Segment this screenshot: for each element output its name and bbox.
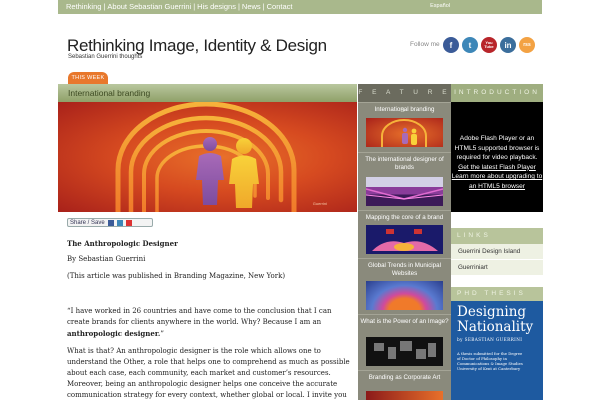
feature-item-international-designer[interactable]: The international designer of brands xyxy=(358,152,451,210)
feature-label: Global Trends in Municipal Websites xyxy=(368,262,441,277)
quote-close: ” xyxy=(160,330,164,338)
feature-thumbnail xyxy=(366,281,443,310)
feature-item-branding-corporate-art[interactable]: Branding as Corporate Art xyxy=(358,370,451,400)
book-description: A thesis submitted for the Degree of Doc… xyxy=(457,351,537,371)
share-twitter-icon xyxy=(116,219,123,226)
share-email-icon xyxy=(125,219,132,226)
top-nav: Rethinking | About Sebastian Guerrini | His … xyxy=(66,2,293,11)
book-desc-line: University of Kent at Canterbury xyxy=(457,366,521,371)
feature-label: Mapping the core of a brand xyxy=(365,214,444,221)
phd-thesis-book-cover[interactable]: Designing Nationality by SEBASTIAN GUERR… xyxy=(451,301,543,400)
feature-thumbnail xyxy=(366,337,443,366)
learn-more-html5-link[interactable]: Learn more about upgrading to an HTML5 b… xyxy=(451,172,543,191)
link-guerrini-design-island[interactable]: Guerrini Design Island xyxy=(451,244,543,260)
nav-link-contact[interactable]: Contact xyxy=(267,2,293,11)
nav-link-his-designs[interactable]: His designs xyxy=(197,2,236,11)
article-title: The Anthropologic Designer xyxy=(67,239,178,248)
feature-item-power-of-image[interactable]: What is the Power of an Image? xyxy=(358,314,451,370)
featured-heading[interactable]: International branding xyxy=(68,88,150,98)
feature-label: The international designer of brands xyxy=(365,156,444,171)
feature-thumbnail xyxy=(366,118,443,147)
quote-emphasis: anthropologic designer. xyxy=(67,329,161,338)
article-publication-note: (This article was published in Branding … xyxy=(67,272,286,280)
language-switch-link[interactable]: Español xyxy=(430,3,450,9)
tab-this-week[interactable]: THIS WEEK xyxy=(68,72,108,84)
video-fallback-text: Adobe Flash Player or an HTML5 supported… xyxy=(454,135,540,161)
link-guerriniart[interactable]: Guerriniart xyxy=(451,260,543,276)
linkedin-icon[interactable]: in xyxy=(500,37,516,53)
phd-thesis-heading: PHD THESIS xyxy=(451,287,543,301)
twitter-icon[interactable]: t xyxy=(462,37,478,53)
featured-hero-image[interactable]: Guerrini xyxy=(58,102,357,212)
feature-label: Branding as Corporate Art xyxy=(368,374,441,381)
article-paragraph: What is that? An anthropologic designer … xyxy=(67,347,350,399)
feature-label: International branding xyxy=(374,106,435,113)
quote-text: “I have worked in 26 countries and have … xyxy=(67,307,332,326)
follow-me-label: Follow me xyxy=(410,41,440,48)
feature-item-international-branding[interactable]: International branding xyxy=(358,102,451,152)
site-subtitle: Sebastian Guerrini thoughts xyxy=(68,54,143,60)
book-title-line-2: Nationality xyxy=(457,319,534,335)
youtube-icon[interactable]: You Tube xyxy=(481,37,497,53)
book-title-line-1: Designing xyxy=(457,304,527,320)
feature-thumbnail xyxy=(366,391,443,400)
links-heading: LINKS xyxy=(451,228,543,244)
nav-link-news[interactable]: News xyxy=(242,2,261,11)
share-save-button[interactable]: Share / Save xyxy=(67,218,153,227)
feature-item-mapping-core[interactable]: Mapping the core of a brand xyxy=(358,210,451,258)
hero-illustration xyxy=(115,102,297,212)
feature-thumbnail xyxy=(366,177,443,206)
feature-thumbnail xyxy=(366,225,443,254)
get-flash-player-link[interactable]: Get the latest Flash Player xyxy=(451,163,543,173)
top-navigation-bar: Rethinking | About Sebastian Guerrini | His … xyxy=(58,0,542,14)
introduction-heading: INTRODUCTION xyxy=(451,84,543,102)
features-sidebar: F E A T U R E S International branding T… xyxy=(358,84,451,400)
share-label: Share / Save xyxy=(70,219,105,226)
features-heading: F E A T U R E S xyxy=(358,84,451,114)
featured-heading-bar: International branding xyxy=(58,84,357,102)
rss-icon[interactable]: rss xyxy=(519,37,535,53)
feature-item-global-trends[interactable]: Global Trends in Municipal Websites xyxy=(358,258,451,314)
article-byline: By Sebastian Guerrini xyxy=(67,255,146,263)
book-author: by SEBASTIAN GUERRINI xyxy=(457,337,523,342)
nav-link-about[interactable]: About Sebastian Guerrini xyxy=(107,2,191,11)
nav-link-rethinking[interactable]: Rethinking xyxy=(66,2,101,11)
feature-label: What is the Power of an Image? xyxy=(360,318,449,325)
share-facebook-icon xyxy=(107,219,114,226)
site-title[interactable]: Rethinking Image, Identity & Design xyxy=(67,36,327,56)
video-player[interactable]: Adobe Flash Player or an HTML5 supported… xyxy=(451,102,543,212)
article-quote: “I have worked in 26 countries and have … xyxy=(67,306,352,340)
right-sidebar: INTRODUCTION Adobe Flash Player or an HT… xyxy=(451,84,543,400)
facebook-icon[interactable]: f xyxy=(443,37,459,53)
hero-caption: Guerrini xyxy=(312,201,327,206)
